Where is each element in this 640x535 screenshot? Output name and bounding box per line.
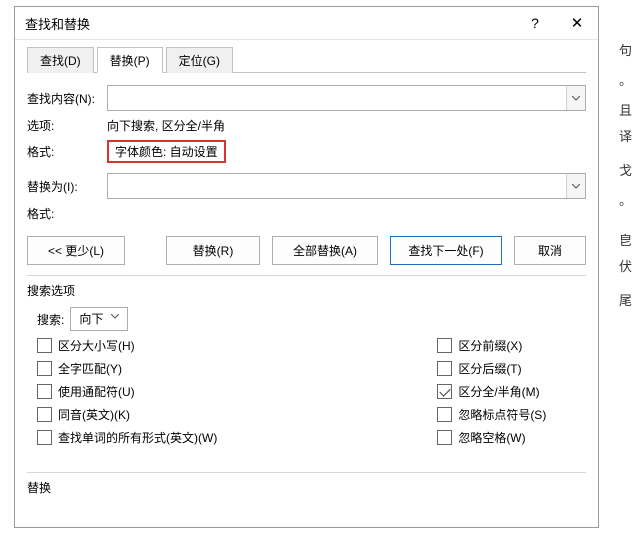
find-format-label: 格式: — [27, 143, 107, 160]
checkbox-box[interactable] — [37, 407, 52, 422]
checkbox-label: 区分前缀(X) — [458, 337, 522, 354]
replace-combo[interactable] — [107, 173, 586, 199]
tab-replace[interactable]: 替换(P) — [97, 47, 163, 73]
find-input[interactable] — [108, 86, 566, 110]
replace-all-button[interactable]: 全部替换(A) — [272, 236, 378, 265]
find-dropdown-button[interactable] — [566, 86, 585, 110]
replace-button[interactable]: 替换(R) — [166, 236, 260, 265]
options-value: 向下搜索, 区分全/半角 — [107, 117, 586, 134]
close-button[interactable]: ✕ — [556, 7, 598, 39]
checkbox-label: 查找单词的所有形式(英文)(W) — [58, 429, 217, 446]
search-direction-combo[interactable]: 向下 — [70, 307, 128, 331]
checkbox-option[interactable]: 同音(英文)(K) — [37, 406, 217, 423]
checkbox-box[interactable] — [437, 384, 452, 399]
checkbox-label: 使用通配符(U) — [58, 383, 135, 400]
checkbox-option[interactable]: 区分全/半角(M) — [437, 383, 546, 400]
cancel-button[interactable]: 取消 — [514, 236, 586, 265]
background-document: 句 。 且 译 戈 。 皀 伏 尾 — [610, 0, 640, 535]
checkbox-option[interactable]: 查找单词的所有形式(英文)(W) — [37, 429, 217, 446]
replace-footer-title: 替换 — [27, 479, 57, 496]
checkbox-box[interactable] — [437, 430, 452, 445]
checkbox-option[interactable]: 区分大小写(H) — [37, 337, 217, 354]
replace-footer-section: 替换 — [27, 472, 586, 504]
checkbox-box[interactable] — [37, 384, 52, 399]
search-direction-dropdown-button[interactable] — [111, 308, 127, 330]
find-format-value: 字体颜色: 自动设置 — [107, 140, 226, 163]
options-right-column: 区分前缀(X) 区分后缀(T) 区分全/半角(M) 忽略标点符号(S) 忽略空格(W) — [437, 337, 546, 446]
checkbox-option[interactable]: 忽略标点符号(S) — [437, 406, 546, 423]
find-label: 查找内容(N): — [27, 90, 107, 107]
button-row: << 更少(L) 替换(R) 全部替换(A) 查找下一处(F) 取消 — [27, 236, 586, 265]
find-next-button[interactable]: 查找下一处(F) — [390, 236, 502, 265]
replace-label: 替换为(I): — [27, 178, 107, 195]
replace-format-label: 格式: — [27, 205, 107, 222]
find-combo[interactable] — [107, 85, 586, 111]
checkbox-option[interactable]: 区分前缀(X) — [437, 337, 546, 354]
checkmark-icon — [439, 385, 450, 396]
dialog-title: 查找和替换 — [15, 14, 514, 33]
checkbox-option[interactable]: 全字匹配(Y) — [37, 360, 217, 377]
less-button[interactable]: << 更少(L) — [27, 236, 125, 265]
help-button[interactable]: ? — [514, 7, 556, 39]
checkbox-label: 全字匹配(Y) — [58, 360, 122, 377]
find-replace-dialog: 查找和替换 ? ✕ 查找(D) 替换(P) 定位(G) 查找内容(N): — [14, 6, 599, 528]
titlebar: 查找和替换 ? ✕ — [15, 7, 598, 40]
search-direction-label: 搜索: — [37, 311, 64, 328]
search-options-section: 搜索选项 搜索: 向下 区分大小写(H) 全字匹配(Y) 使用通配符(U) 同音(英文… — [27, 275, 586, 446]
chevron-down-icon — [572, 96, 580, 101]
checkbox-label: 忽略标点符号(S) — [458, 406, 546, 423]
tab-find[interactable]: 查找(D) — [27, 47, 94, 73]
replace-input[interactable] — [108, 174, 566, 198]
search-options-title: 搜索选项 — [27, 282, 81, 299]
checkbox-label: 区分全/半角(M) — [458, 383, 539, 400]
checkbox-box[interactable] — [437, 338, 452, 353]
checkbox-label: 区分大小写(H) — [58, 337, 135, 354]
checkbox-box[interactable] — [37, 338, 52, 353]
tab-goto[interactable]: 定位(G) — [166, 47, 233, 73]
checkbox-box[interactable] — [437, 407, 452, 422]
checkbox-option[interactable]: 忽略空格(W) — [437, 429, 546, 446]
checkbox-label: 同音(英文)(K) — [58, 406, 130, 423]
search-direction-value: 向下 — [71, 308, 111, 330]
checkbox-label: 区分后缀(T) — [458, 360, 521, 377]
options-label: 选项: — [27, 117, 107, 134]
tab-strip: 查找(D) 替换(P) 定位(G) — [27, 46, 586, 73]
checkbox-label: 忽略空格(W) — [458, 429, 525, 446]
checkbox-box[interactable] — [437, 361, 452, 376]
chevron-down-icon — [111, 314, 119, 319]
replace-dropdown-button[interactable] — [566, 174, 585, 198]
options-left-column: 区分大小写(H) 全字匹配(Y) 使用通配符(U) 同音(英文)(K) 查找单词的所有形… — [37, 337, 217, 446]
checkbox-box[interactable] — [37, 361, 52, 376]
checkbox-option[interactable]: 区分后缀(T) — [437, 360, 546, 377]
checkbox-box[interactable] — [37, 430, 52, 445]
checkbox-option[interactable]: 使用通配符(U) — [37, 383, 217, 400]
chevron-down-icon — [572, 184, 580, 189]
